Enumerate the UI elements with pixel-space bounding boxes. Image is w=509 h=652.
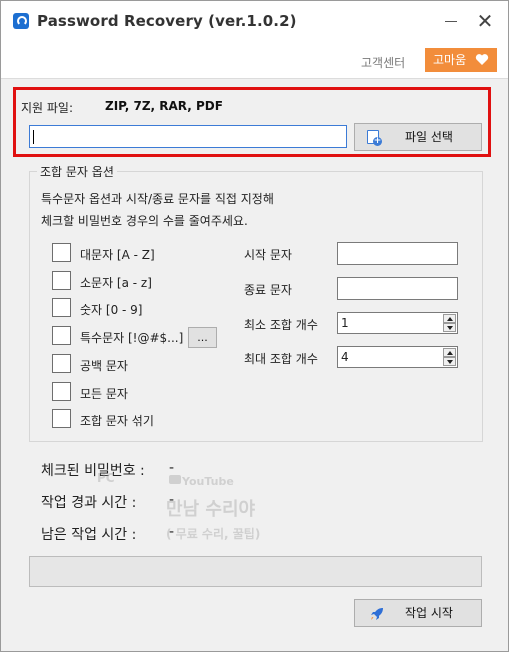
start-char-input[interactable] [337,242,458,265]
heart-icon [475,54,489,65]
space-checkbox[interactable] [52,354,71,373]
remaining-time-label: 남은 작업 시간 : [41,527,137,543]
title-bar: Password Recovery (ver.1.0.2) ✕ [1,1,508,41]
watermark-brand: 만남 수리야 [166,499,256,520]
app-logo-icon [13,13,29,29]
thanks-button-label: 고마움 [433,53,467,67]
watermark-pc: PC [97,471,115,485]
select-file-button[interactable]: + 파일 선택 [354,123,482,151]
min-length-up-arrow[interactable] [443,314,456,323]
add-file-icon: + [367,130,382,146]
uppercase-label: 대문자 [A - Z] [80,248,155,262]
digits-checkbox[interactable] [52,298,71,317]
select-file-label: 파일 선택 [405,130,453,144]
watermark-youtube: YouTube [182,475,234,488]
max-length-value: 4 [341,350,349,364]
lowercase-label: 소문자 [a - z] [80,276,152,290]
start-char-label: 시작 문자 [244,248,292,262]
all-chars-label: 모든 문자 [80,387,128,401]
minimize-button[interactable] [437,9,465,33]
start-task-button[interactable]: 작업 시작 [354,599,482,627]
end-char-label: 종료 문자 [244,283,292,297]
min-length-value: 1 [341,316,349,330]
min-length-label: 최소 조합 개수 [244,318,318,332]
checked-passwords-label: 체크된 비밀번호 : [41,463,145,479]
char-options-title: 조합 문자 옵션 [37,163,117,180]
supported-formats: ZIP, 7Z, RAR, PDF [105,99,223,113]
thanks-button[interactable]: 고마움 [425,48,497,72]
supported-files-label: 지원 파일: [21,101,74,115]
min-length-spinner[interactable]: 1 [337,312,458,334]
options-description-line2: 체크할 비밀번호 경우의 수를 줄여주세요. [41,214,248,228]
youtube-play-icon [169,475,181,484]
max-length-label: 최대 조합 개수 [244,352,318,366]
watermark-tagline: ( 무료 수리, 꿀팁) [166,527,261,541]
digits-label: 숫자 [0 - 9] [80,303,143,317]
header-bar: 고객센터 고마움 [1,41,508,79]
min-length-down-arrow[interactable] [443,323,456,332]
checked-passwords-value: - [169,460,175,476]
special-chars-edit-button[interactable]: ... [188,327,217,348]
file-path-input[interactable] [29,125,347,148]
special-chars-checkbox[interactable] [52,326,71,345]
end-char-input[interactable] [337,277,458,300]
options-description-line1: 특수문자 옵션과 시작/종료 문자를 직접 지정해 [41,192,274,206]
window-title: Password Recovery (ver.1.0.2) [37,12,297,30]
progress-bar [29,556,482,587]
special-chars-label: 특수문자 [!@#$...] [80,331,184,345]
customer-center-link[interactable]: 고객센터 [361,54,405,71]
close-button[interactable]: ✕ [471,9,499,33]
max-length-spinner[interactable]: 4 [337,346,458,368]
uppercase-checkbox[interactable] [52,243,71,262]
shuffle-label: 조합 문자 섞기 [80,414,154,428]
start-task-label: 작업 시작 [405,606,453,620]
shuffle-checkbox[interactable] [52,409,71,428]
space-label: 공백 문자 [80,359,128,373]
lowercase-checkbox[interactable] [52,271,71,290]
max-length-down-arrow[interactable] [443,357,456,366]
elapsed-time-label: 작업 경과 시간 : [41,495,137,511]
app-window: Password Recovery (ver.1.0.2) ✕ 고객센터 고마움… [0,0,509,652]
max-length-up-arrow[interactable] [443,348,456,357]
text-caret [33,130,34,144]
all-chars-checkbox[interactable] [52,382,71,401]
rocket-icon [371,608,383,620]
